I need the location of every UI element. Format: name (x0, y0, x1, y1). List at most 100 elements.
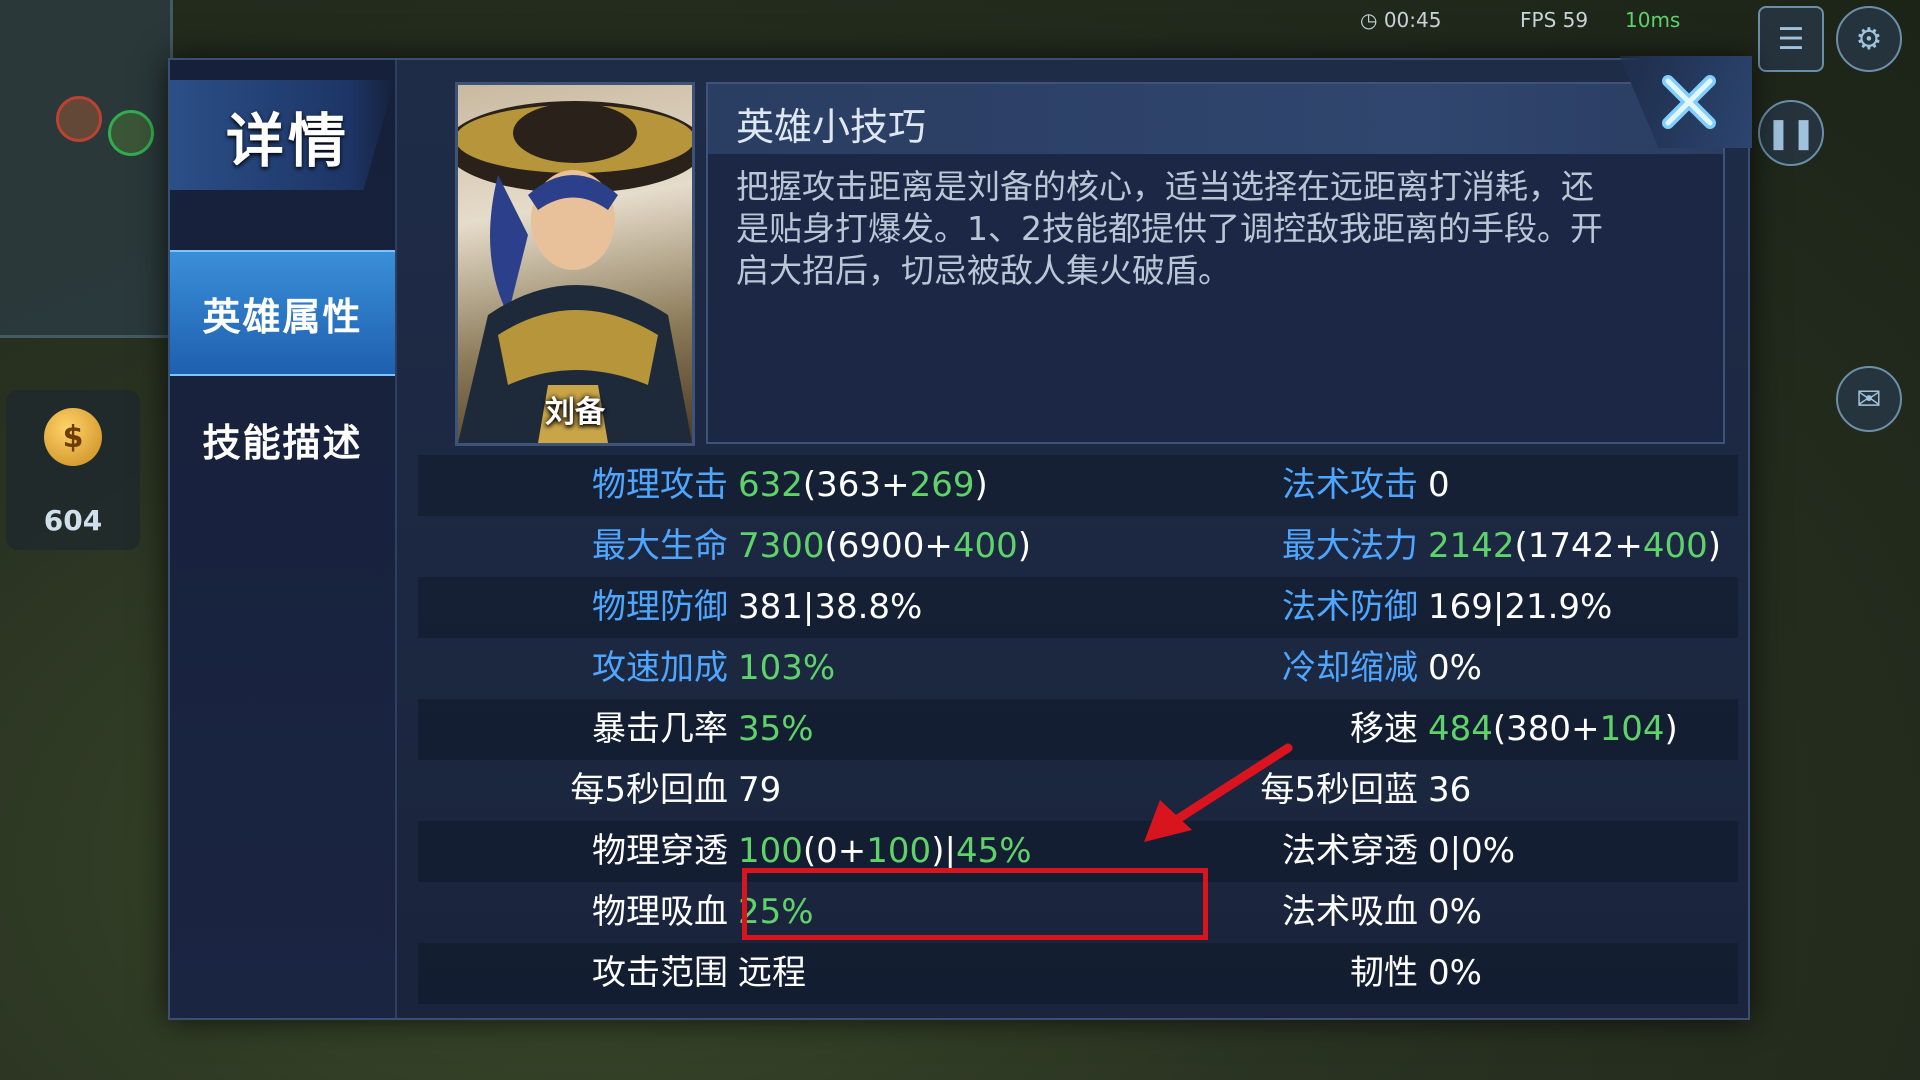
stat-row: 暴击几率 35% 移速 484(380+104) (418, 699, 1738, 760)
stat-value-part: 381|38.8% (738, 587, 923, 627)
stat-value: 2142(1742+400) (1428, 526, 1721, 566)
stat-cell-right: 法术防御 169|21.9% (1028, 577, 1612, 638)
stat-label: 冷却缩减 (1282, 648, 1418, 688)
sidebar: 详情 英雄属性 技能描述 (170, 60, 397, 1018)
tips-text: 把握攻击距离是刘备的核心，适当选择在远距离打消耗，还是贴身打爆发。1、2技能都提… (736, 167, 1603, 290)
stat-label: 物理穿透 (592, 831, 728, 871)
stat-value-part: 269 (909, 465, 975, 505)
stat-value-part: 远程 (738, 953, 806, 993)
stat-value-part: 0% (1428, 648, 1482, 688)
stat-value-part: 0% (1428, 953, 1482, 993)
stat-value: 远程 (738, 953, 806, 993)
hero-name: 刘备 (545, 395, 605, 430)
stat-value: 103% (738, 648, 835, 688)
stat-value: 169|21.9% (1428, 587, 1612, 627)
stat-value-part: 632 (738, 465, 803, 505)
gold-amount: 604 (43, 504, 103, 537)
stat-row: 最大生命 7300(6900+400) 最大法力 2142(1742+400) (418, 516, 1738, 577)
stat-label: 法术攻击 (1282, 465, 1418, 505)
tips-title: 英雄小技巧 (736, 105, 927, 149)
clock-icon: ◷ (1360, 8, 1378, 32)
stat-row: 攻速加成 103% 冷却缩减 0% (418, 638, 1738, 699)
menu-icon[interactable]: ☰ (1758, 6, 1824, 72)
stat-cell-left: 攻速加成 103% (418, 638, 958, 699)
gear-icon[interactable]: ⚙ (1836, 6, 1902, 72)
panel-title: 详情 (170, 80, 395, 190)
stat-value-part: (6900+ (824, 526, 953, 566)
stat-cell-left: 物理防御 381|38.8% (418, 577, 958, 638)
stat-value: 100(0+100)|45% (738, 831, 1032, 871)
close-icon (1662, 75, 1716, 129)
stat-cell-right: 韧性 0% (1028, 943, 1568, 1004)
stat-value-part: ) (1664, 709, 1678, 749)
stat-value: 7300(6900+400) (738, 526, 1031, 566)
stat-value-part: 104 (1599, 709, 1665, 749)
stat-value-part: (363+ (802, 465, 910, 505)
minimap[interactable] (0, 0, 173, 338)
stat-value: 381|38.8% (738, 587, 922, 627)
game-time: ◷ 00:45 (1360, 8, 1441, 32)
stat-value: 36 (1428, 770, 1471, 810)
stat-row: 每5秒回血 79 每5秒回蓝 36 (418, 760, 1738, 821)
minimap-hero-icon (108, 110, 154, 156)
stat-value: 632(363+269) (738, 465, 988, 505)
stat-row: 物理防御 381|38.8% 法术防御 169|21.9% (418, 577, 1738, 638)
stat-row: 攻击范围 远程 韧性 0% (418, 943, 1738, 1004)
stat-value-part: 36 (1428, 770, 1472, 810)
stat-cell-left: 每5秒回血 79 (418, 760, 958, 821)
stat-label: 攻速加成 (592, 648, 728, 688)
stat-value-part: 484 (1428, 709, 1493, 749)
stat-value-part: 100 (738, 831, 803, 871)
detail-panel: 详情 英雄属性 技能描述 刘备 英雄小技巧 把握攻击距离是刘备的核心，适当选择在… (168, 56, 1752, 1020)
stat-cell-right: 最大法力 2142(1742+400) (1028, 516, 1721, 577)
hero-portrait: 刘备 (455, 82, 695, 446)
stat-value-part: 400 (1642, 526, 1708, 566)
gold-bag-icon: $ (44, 408, 102, 466)
minimap-hero-icon (56, 96, 102, 142)
stat-label: 暴击几率 (592, 709, 728, 749)
stat-label: 攻击范围 (592, 953, 728, 993)
stat-label: 物理防御 (592, 587, 728, 627)
stat-value-part: 7300 (738, 526, 825, 566)
stat-value-part: (0+ (802, 831, 867, 871)
stat-value-part: 0% (1428, 892, 1482, 932)
stat-value-part: (380+ (1492, 709, 1600, 749)
stat-value-part: 103% (738, 648, 836, 688)
stat-value: 0% (1428, 953, 1482, 993)
chat-icon[interactable]: ✉ (1836, 366, 1902, 432)
stat-value: 35% (738, 709, 814, 749)
stat-value-part: 79 (738, 770, 782, 810)
stat-cell-left: 攻击范围 远程 (418, 943, 958, 1004)
stat-label: 最大生命 (592, 526, 728, 566)
stat-value-part: 2142 (1428, 526, 1515, 566)
stat-value: 0 (1428, 465, 1450, 505)
stat-cell-right: 法术攻击 0 (1028, 455, 1568, 516)
ping-readout: 10ms (1625, 8, 1681, 32)
stat-cell-left: 最大生命 7300(6900+400) (418, 516, 1031, 577)
stat-cell-left: 物理攻击 632(363+269) (418, 455, 988, 516)
stat-value-part: 35% (738, 709, 814, 749)
stat-cell-right: 冷却缩减 0% (1028, 638, 1568, 699)
stat-value: 79 (738, 770, 781, 810)
time-text: 00:45 (1383, 8, 1442, 32)
stat-value-part: (1742+ (1514, 526, 1643, 566)
stat-label: 韧性 (1350, 953, 1418, 993)
stat-cell-left: 暴击几率 35% (418, 699, 958, 760)
annotation-arrow (1144, 743, 1293, 842)
gold-panel: $ 604 (6, 390, 140, 550)
stat-label: 物理吸血 (592, 892, 728, 932)
stat-value-part: 0|0% (1428, 831, 1516, 871)
stat-label: 最大法力 (1282, 526, 1418, 566)
stat-label: 每5秒回血 (570, 770, 728, 810)
tips-header: 英雄小技巧 (708, 84, 1723, 154)
stat-value-part: 100 (866, 831, 932, 871)
tab-hero-attributes[interactable]: 英雄属性 (170, 250, 395, 376)
stat-label: 物理攻击 (592, 465, 728, 505)
stat-value-part: ) (974, 465, 988, 505)
pause-icon[interactable]: ❚❚ (1758, 100, 1824, 166)
hero-tips-box: 英雄小技巧 把握攻击距离是刘备的核心，适当选择在远距离打消耗，还是贴身打爆发。1… (706, 82, 1725, 444)
annotation-highlight-box (742, 868, 1208, 940)
stat-value-part: 400 (952, 526, 1018, 566)
tab-skill-description[interactable]: 技能描述 (170, 378, 395, 500)
stat-value-part: )| (931, 831, 956, 871)
